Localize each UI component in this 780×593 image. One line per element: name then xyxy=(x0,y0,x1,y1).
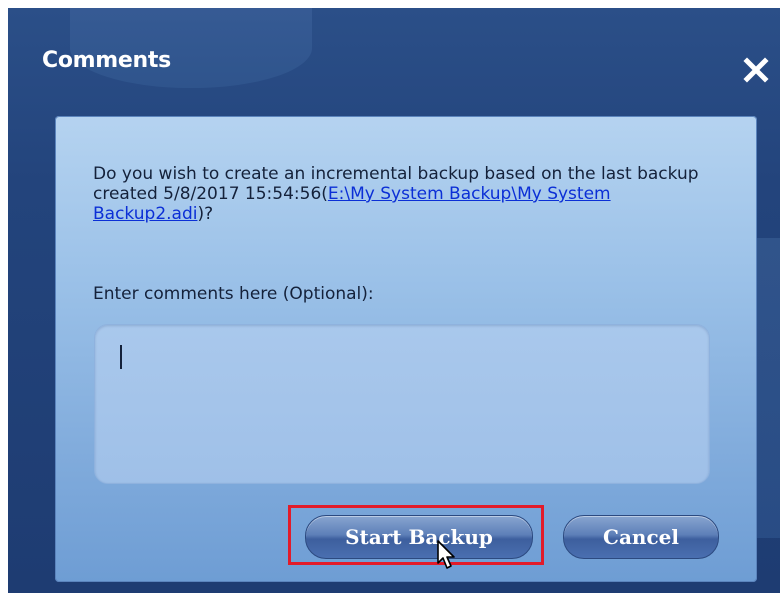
screen: Comments Do you wish to create an increm… xyxy=(0,0,780,593)
text-caret xyxy=(120,345,122,369)
start-backup-button[interactable]: Start Backup xyxy=(305,515,533,559)
message-suffix: )? xyxy=(197,204,214,224)
comments-dialog: Comments Do you wish to create an increm… xyxy=(8,8,780,593)
content-panel: Do you wish to create an incremental bac… xyxy=(55,116,757,582)
comments-label: Enter comments here (Optional): xyxy=(93,284,374,304)
comments-textarea[interactable] xyxy=(115,339,689,473)
dialog-title: Comments xyxy=(42,48,171,73)
close-icon xyxy=(743,57,769,83)
close-button[interactable] xyxy=(742,56,770,84)
comments-field-frame xyxy=(94,324,710,484)
cancel-button[interactable]: Cancel xyxy=(563,515,719,559)
backup-question: Do you wish to create an incremental bac… xyxy=(93,164,723,224)
